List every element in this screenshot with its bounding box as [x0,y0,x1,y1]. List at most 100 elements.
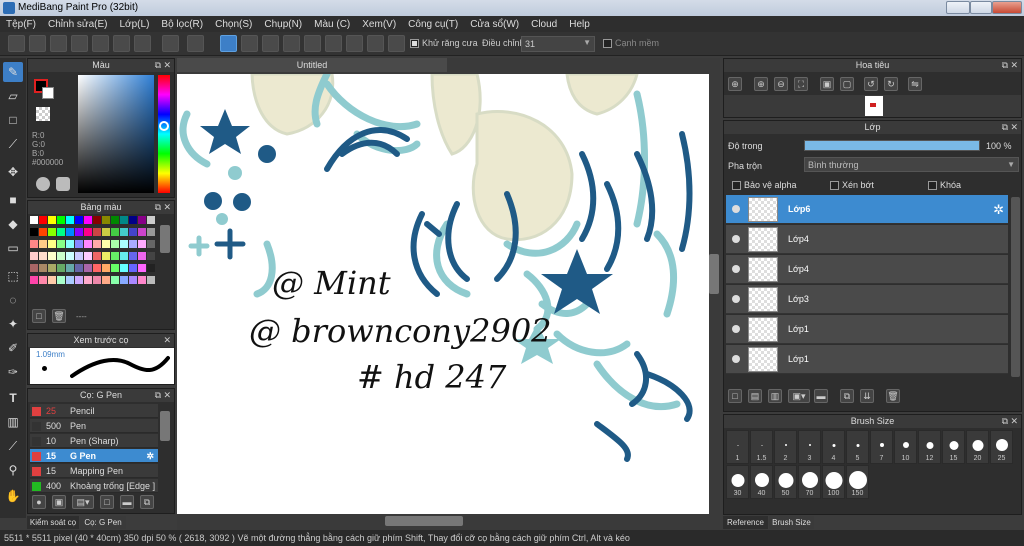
palette-icon[interactable] [36,177,50,191]
palette-swatch[interactable] [57,216,65,224]
duplicate-layer-icon[interactable]: ⧉ [840,389,854,403]
palette-grid[interactable] [30,216,158,306]
palette-swatch[interactable] [120,240,128,248]
palette-swatch[interactable] [102,216,110,224]
maximize-button[interactable] [970,1,992,14]
palette-swatch[interactable] [39,264,47,272]
opacity-slider[interactable] [804,140,980,151]
cloud-icon[interactable] [8,35,25,52]
palette-swatch[interactable] [129,252,137,260]
brush-size-cell[interactable]: 30 [726,465,749,499]
palette-swatch[interactable] [39,252,47,260]
undock-icon[interactable]: ⧉ [155,59,161,72]
visibility-eye-icon[interactable] [732,265,740,273]
magic-wand-tool-icon[interactable]: ✦ [3,314,23,334]
palette-swatch[interactable] [48,216,56,224]
palette-swatch[interactable] [30,240,38,248]
palette-swatch[interactable] [120,276,128,284]
brush-size-cell[interactable]: 70 [798,465,821,499]
palette-swatch[interactable] [129,216,137,224]
move-tool-icon[interactable]: ✥ [3,162,23,182]
palette-swatch[interactable] [75,240,83,248]
palette-swatch[interactable] [75,276,83,284]
palette-swatch[interactable] [147,276,155,284]
zoom-in-2-icon[interactable]: ⊕ [754,77,768,91]
palette-swatch[interactable] [147,252,155,260]
palette-swatch[interactable] [129,228,137,236]
menu-capture[interactable]: Chụp(N) [258,19,308,30]
palette-swatch[interactable] [147,240,155,248]
snap-ellipse-icon[interactable] [367,35,384,52]
delete-palette-icon[interactable]: 🗑 [52,309,66,323]
palette-swatch[interactable] [75,228,83,236]
saturation-value-picker[interactable] [78,75,154,193]
palette-swatch[interactable] [66,228,74,236]
palette-swatch[interactable] [84,240,92,248]
brush-image-icon[interactable]: ▣ [52,495,66,509]
tab-brush-control[interactable]: Kiểm soát cọ [27,516,79,529]
tab-g-pen[interactable]: Cọ: G Pen [80,516,126,529]
palette-swatch[interactable] [66,264,74,272]
transparent-swatch[interactable] [36,107,50,121]
palette-swatch[interactable] [138,276,146,284]
palette-swatch[interactable] [30,216,38,224]
palette-swatch[interactable] [93,228,101,236]
palette-swatch[interactable] [93,216,101,224]
visibility-eye-icon[interactable] [732,355,740,363]
palette-swatch[interactable] [57,228,65,236]
menu-cloud[interactable]: Cloud [525,19,563,30]
tab-brush-size[interactable]: Brush Size [769,516,814,529]
palette-swatch[interactable] [30,264,38,272]
rect-fill-tool-icon[interactable]: ■ [3,190,23,210]
close-icon[interactable]: ✕ [1010,415,1018,428]
gradient-tool-icon[interactable]: ▭ [3,238,23,258]
snap-curve-icon[interactable] [346,35,363,52]
drawing-canvas[interactable]: @ Mint @ browncony2902 # hd 247 [177,74,709,514]
palette-swatch[interactable] [48,240,56,248]
close-icon[interactable]: ✕ [1010,121,1018,134]
menu-view[interactable]: Xem(V) [356,19,402,30]
eyedropper-tool-icon[interactable]: ⟋ [3,436,23,456]
layer-row[interactable]: Lớp4 [726,255,1008,284]
palette-swatch[interactable] [75,216,83,224]
duplicate-icon[interactable]: ⧉ [140,495,154,509]
palette-swatch[interactable] [111,228,119,236]
chat-icon[interactable] [50,35,67,52]
palette-swatch[interactable] [102,240,110,248]
lasso-tool-icon[interactable]: ◌ [3,290,23,310]
palette-swatch[interactable] [66,216,74,224]
palette-swatch[interactable] [120,216,128,224]
navigator-preview[interactable] [724,95,1021,117]
merge-layer-icon[interactable]: ⇊ [860,389,874,403]
undock-icon[interactable]: ⧉ [1002,59,1008,72]
palette-swatch[interactable] [48,252,56,260]
brush-size-cell[interactable]: 100 [822,465,845,499]
brush-item-pen[interactable]: 500 Pen [30,419,158,433]
palette-scrollbar[interactable] [160,225,170,253]
delete-layer-icon[interactable]: 🗑 [886,389,900,403]
undock-icon[interactable]: ⧉ [1002,121,1008,134]
palette-swatch[interactable] [57,252,65,260]
brush-size-cell[interactable]: 150 [846,465,869,499]
rotate-right-icon[interactable]: ↻ [884,77,898,91]
brush-size-cell[interactable]: 5 [846,430,869,464]
palette-swatch[interactable] [39,276,47,284]
divide-tool-icon[interactable]: ▥ [3,412,23,432]
visibility-eye-icon[interactable] [732,325,740,333]
palette-swatch[interactable] [84,264,92,272]
palette-swatch[interactable] [111,264,119,272]
lock-checkbox[interactable] [928,181,937,190]
folder-icon[interactable]: ▬ [814,389,828,403]
menu-file[interactable]: Tệp(F) [0,19,42,30]
palette-swatch[interactable] [30,252,38,260]
brush-menu-icon[interactable]: ▤▾ [72,495,94,509]
select-eraser-tool-icon[interactable]: ✑ [3,362,23,382]
layer-row[interactable]: Lớp1 [726,345,1008,374]
layer-menu-icon[interactable]: ▣▾ [788,389,810,403]
brush-item-pen-sharp[interactable]: 10 Pen (Sharp) [30,434,158,448]
palette-swatch[interactable] [93,264,101,272]
palette-swatch[interactable] [120,252,128,260]
rotate-left-icon[interactable]: ↺ [864,77,878,91]
palette-swatch[interactable] [102,228,110,236]
layer-row[interactable]: Lớp6 ✲ [726,195,1008,224]
